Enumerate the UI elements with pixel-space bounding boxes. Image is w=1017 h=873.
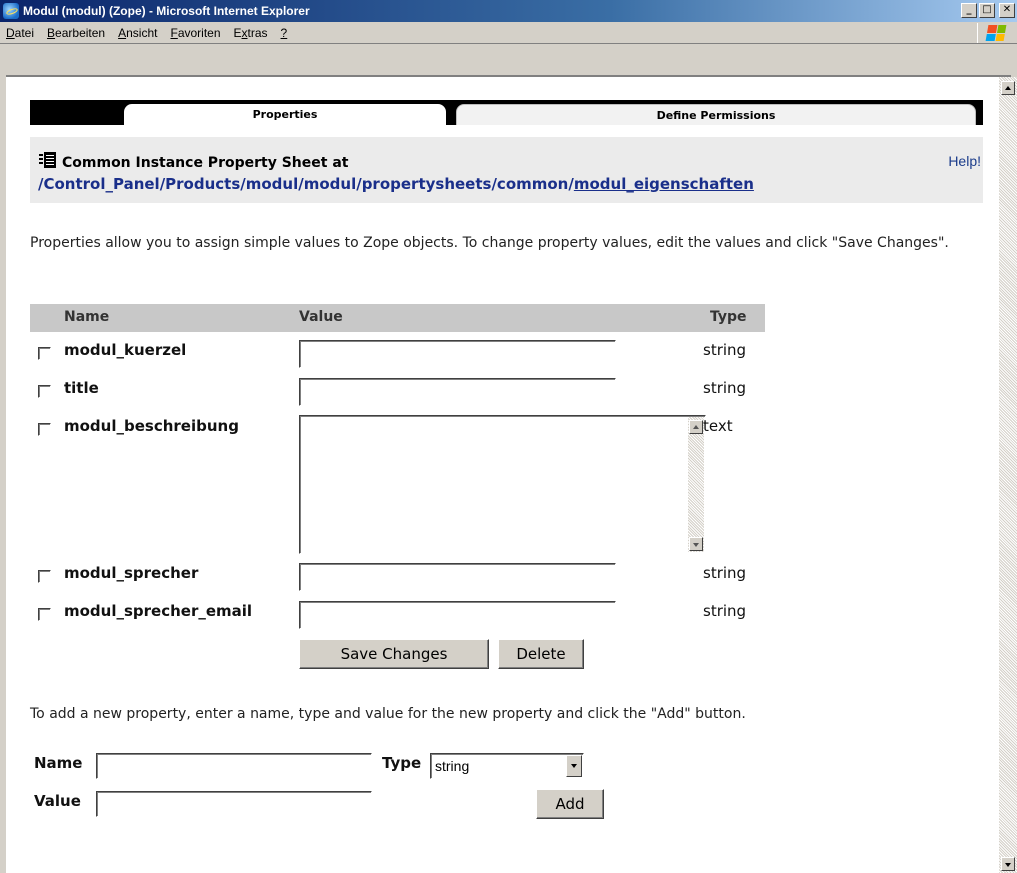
property-name: title bbox=[64, 379, 99, 397]
new-name-label: Name bbox=[34, 754, 83, 772]
row-checkbox[interactable] bbox=[38, 423, 51, 436]
windows-logo-icon bbox=[977, 23, 1013, 43]
breadcrumb-current[interactable]: modul_eigenschaften bbox=[574, 175, 754, 193]
chevron-down-icon[interactable] bbox=[566, 755, 582, 777]
scroll-down-icon[interactable] bbox=[1001, 857, 1015, 871]
page-title: Common Instance Property Sheet at bbox=[62, 155, 349, 171]
new-type-selected: string bbox=[435, 758, 470, 774]
tab-properties[interactable]: Properties bbox=[124, 104, 446, 125]
maximize-button[interactable]: □ bbox=[979, 3, 995, 18]
property-value-input[interactable] bbox=[299, 340, 616, 368]
row-checkbox[interactable] bbox=[38, 347, 51, 360]
menu-favoriten[interactable]: Favoriten bbox=[170, 26, 220, 40]
property-name: modul_sprecher_email bbox=[64, 602, 253, 620]
minimize-button[interactable]: _ bbox=[961, 3, 977, 18]
property-value-input[interactable] bbox=[299, 601, 616, 629]
menu-help[interactable]: ? bbox=[281, 26, 288, 40]
menu-extras[interactable]: Extras bbox=[234, 26, 268, 40]
new-name-input[interactable] bbox=[96, 753, 372, 779]
new-type-label: Type bbox=[382, 754, 422, 772]
row-checkbox[interactable] bbox=[38, 608, 51, 621]
new-value-input[interactable] bbox=[96, 791, 372, 817]
property-type: string bbox=[703, 602, 747, 620]
delete-button[interactable]: Delete bbox=[498, 639, 584, 669]
property-name: modul_beschreibung bbox=[64, 417, 239, 435]
column-header-name: Name bbox=[64, 309, 110, 325]
menu-datei[interactable]: Datei bbox=[6, 26, 34, 40]
new-type-select[interactable]: string bbox=[430, 753, 584, 779]
property-type: string bbox=[703, 379, 747, 397]
property-type: text bbox=[703, 417, 733, 435]
add-button[interactable]: Add bbox=[536, 789, 604, 819]
row-checkbox[interactable] bbox=[38, 570, 51, 583]
row-checkbox[interactable] bbox=[38, 385, 51, 398]
page-header: Common Instance Property Sheet at Help! … bbox=[30, 137, 983, 203]
property-value-textarea[interactable] bbox=[299, 415, 706, 554]
property-type: string bbox=[703, 564, 747, 582]
intro-text: Properties allow you to assign simple va… bbox=[30, 235, 949, 251]
column-header-type: Type bbox=[710, 309, 747, 325]
table-row: modul_sprecher string bbox=[30, 561, 790, 595]
table-row: modul_beschreibung text bbox=[30, 414, 790, 556]
properties-table-header: Name Value Type bbox=[30, 304, 765, 332]
textarea-scrollbar[interactable] bbox=[688, 417, 704, 552]
scroll-up-icon[interactable] bbox=[1001, 81, 1015, 95]
menu-bearbeiten[interactable]: Bearbeiten bbox=[47, 26, 105, 40]
help-link[interactable]: Help! bbox=[948, 153, 981, 169]
window-titlebar: Modul (modul) (Zope) - Microsoft Interne… bbox=[0, 0, 1017, 22]
breadcrumb: /Control_Panel/Products/modul/modul/prop… bbox=[38, 175, 754, 193]
window-controls: _ □ ✕ bbox=[961, 3, 1015, 18]
tab-bar: Properties Define Permissions bbox=[30, 100, 983, 125]
new-value-label: Value bbox=[34, 792, 81, 810]
ie-app-icon bbox=[3, 3, 19, 19]
menu-ansicht[interactable]: Ansicht bbox=[118, 26, 157, 40]
table-row: modul_sprecher_email string bbox=[30, 599, 790, 633]
page-scrollbar[interactable] bbox=[999, 77, 1017, 873]
scroll-up-icon[interactable] bbox=[689, 420, 703, 434]
close-button[interactable]: ✕ bbox=[999, 3, 1015, 18]
save-changes-button[interactable]: Save Changes bbox=[299, 639, 489, 669]
tab-define-permissions[interactable]: Define Permissions bbox=[456, 104, 976, 125]
property-name: modul_kuerzel bbox=[64, 341, 187, 359]
table-row: title string bbox=[30, 376, 790, 410]
page-content: Properties Define Permissions Common Ins… bbox=[6, 77, 999, 873]
window-title: Modul (modul) (Zope) - Microsoft Interne… bbox=[23, 4, 310, 18]
breadcrumb-path[interactable]: /Control_Panel/Products/modul/modul/prop… bbox=[38, 175, 574, 193]
property-type: string bbox=[703, 341, 747, 359]
column-header-value: Value bbox=[299, 309, 343, 325]
scroll-down-icon[interactable] bbox=[689, 537, 703, 551]
table-row: modul_kuerzel string bbox=[30, 338, 790, 372]
add-property-intro: To add a new property, enter a name, typ… bbox=[30, 706, 746, 722]
property-name: modul_sprecher bbox=[64, 564, 199, 582]
property-value-input[interactable] bbox=[299, 563, 616, 591]
menu-bar: Datei Bearbeiten Ansicht Favoriten Extra… bbox=[0, 22, 1017, 44]
property-sheet-icon bbox=[39, 152, 56, 168]
property-value-input[interactable] bbox=[299, 378, 616, 406]
